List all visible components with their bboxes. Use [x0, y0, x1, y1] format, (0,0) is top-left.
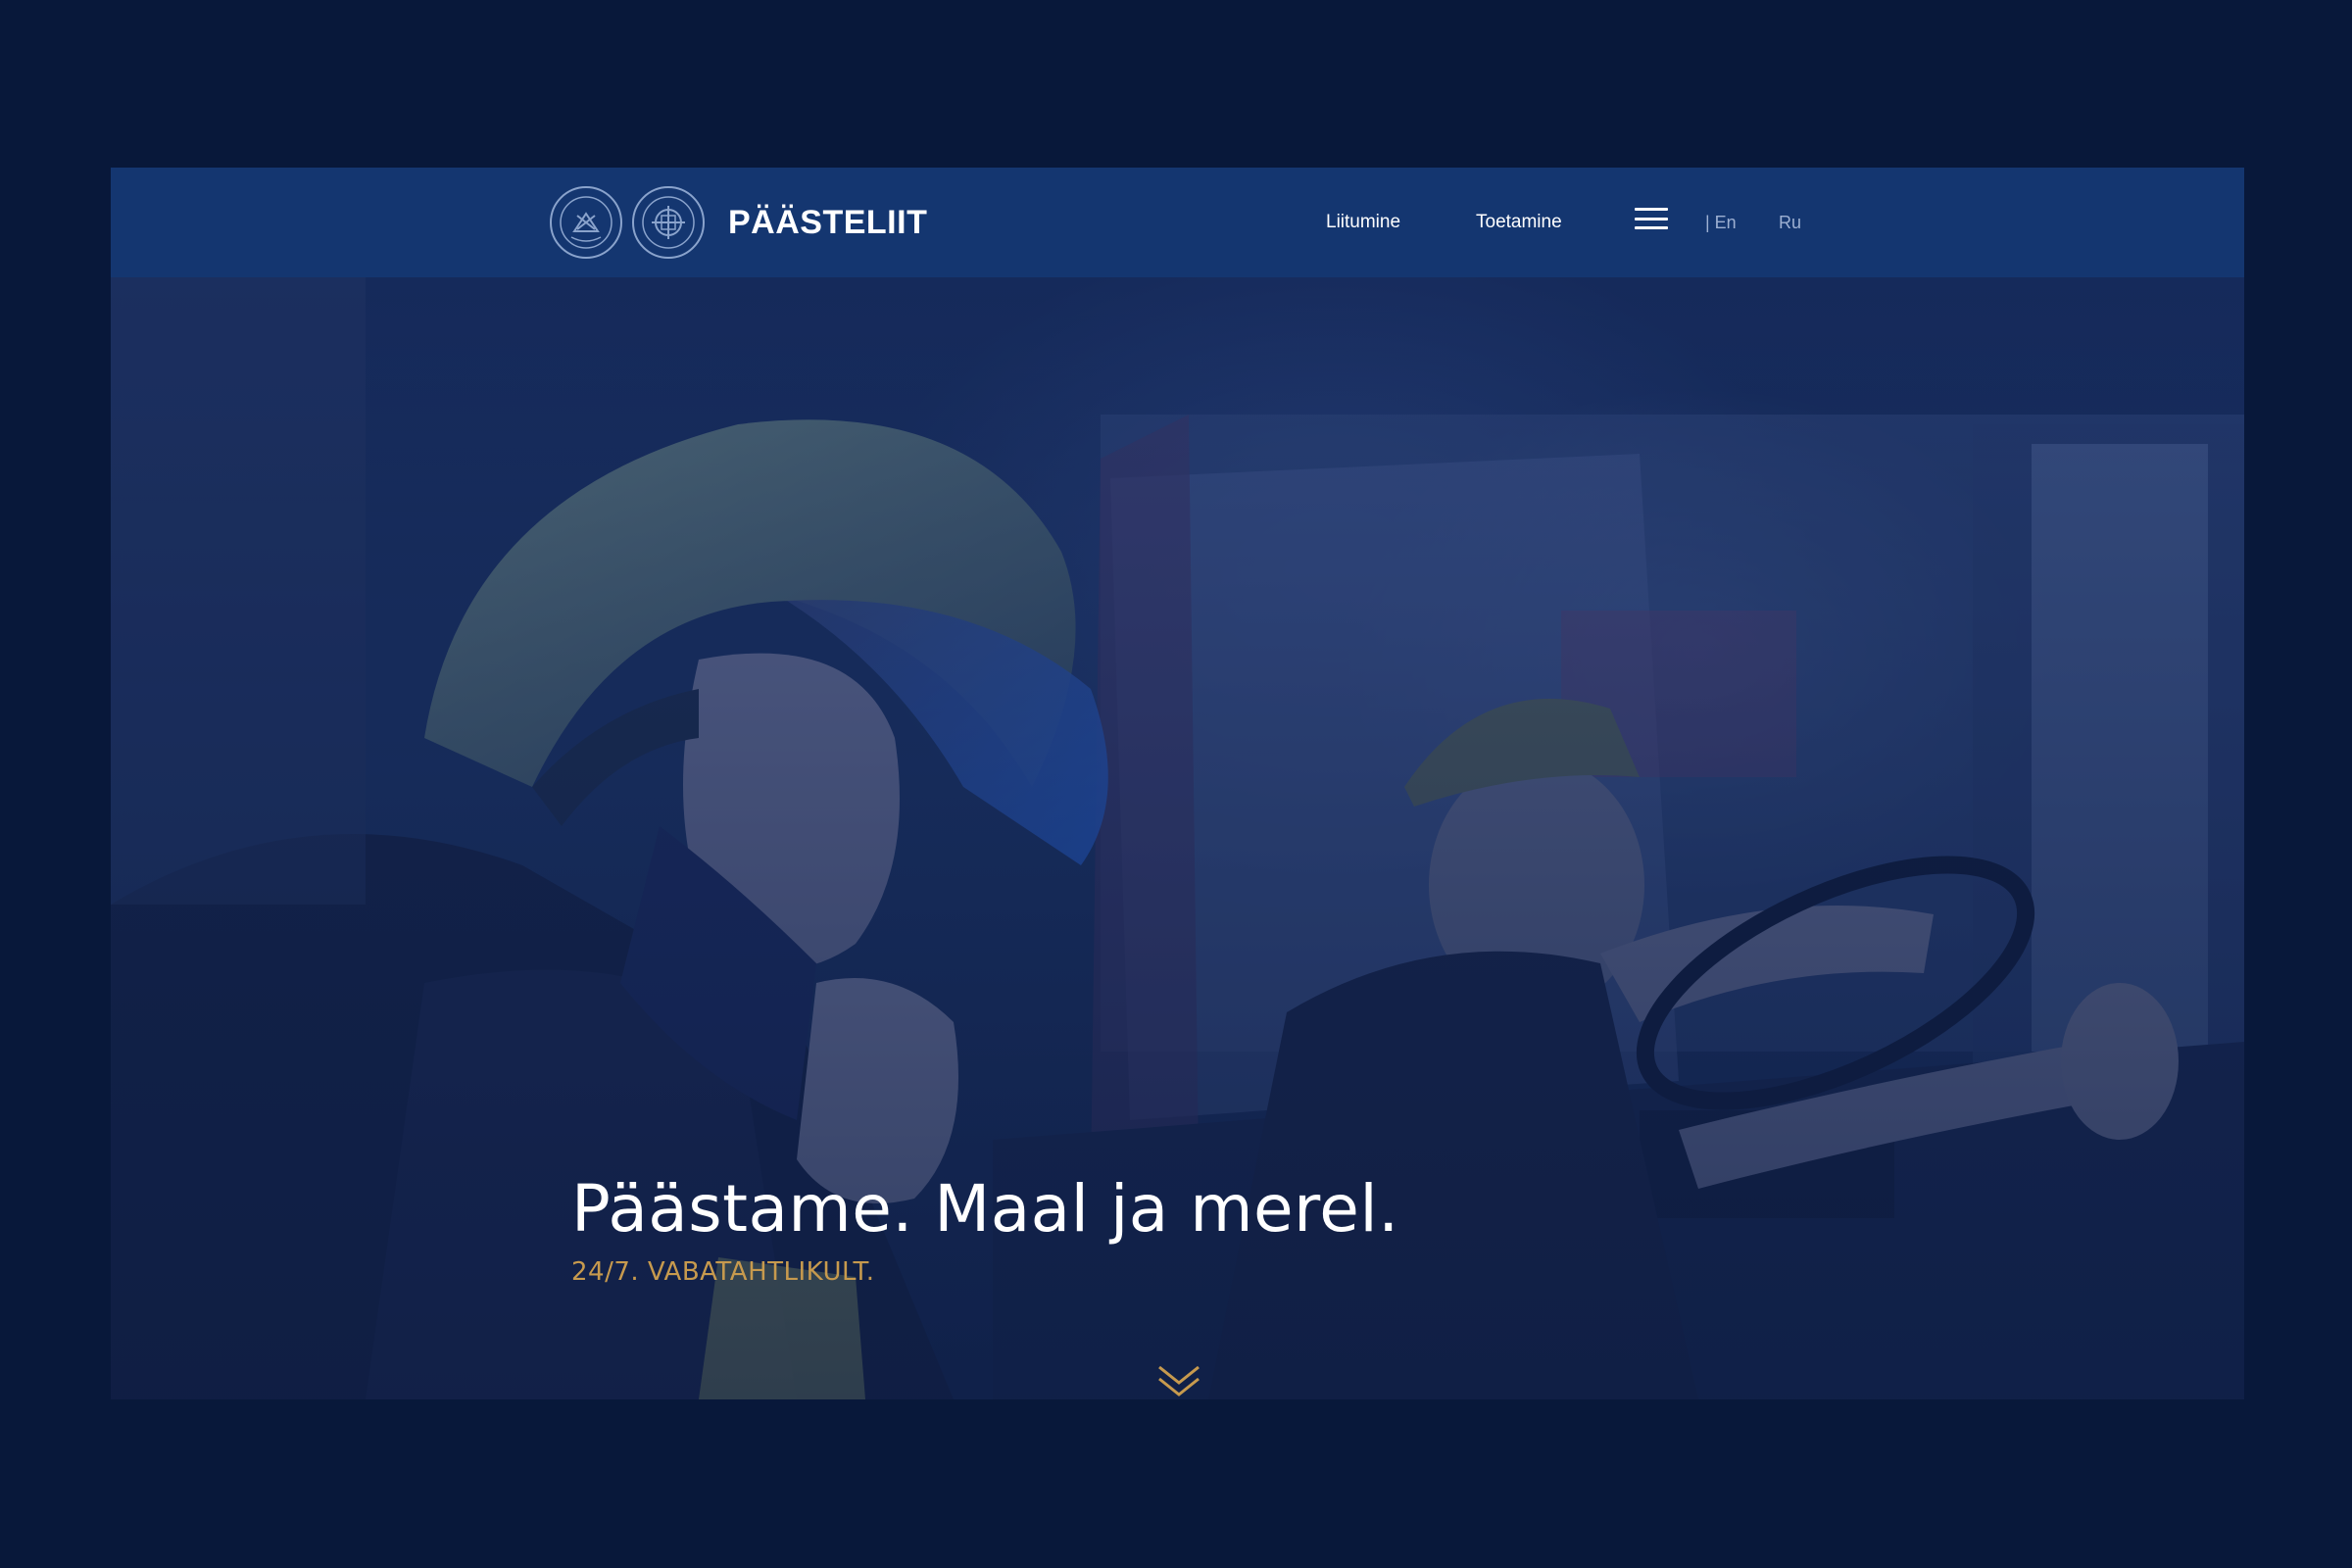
- language-en-label[interactable]: | En: [1705, 213, 1737, 233]
- brand-name: PÄÄSTELIIT: [728, 203, 928, 241]
- hero-section: Päästame. Maal ja merel. 24/7. VABATAHTL…: [111, 277, 2244, 1399]
- hero-subtitle: 24/7. VABATAHTLIKULT.: [571, 1257, 875, 1287]
- nav-link-label[interactable]: Toetamine: [1476, 212, 1562, 233]
- sea-rescue-emblem-icon: [632, 186, 705, 259]
- rescue-association-emblem-icon: [550, 186, 622, 259]
- nav-item-toetamine[interactable]: Toetamine: [1476, 168, 1562, 277]
- top-navigation-bar: PÄÄSTELIIT Liitumine Toetamine | En Ru: [111, 168, 2244, 277]
- nav-link-label[interactable]: Liitumine: [1326, 212, 1400, 233]
- language-ru[interactable]: Ru: [1779, 168, 1801, 277]
- page-frame: PÄÄSTELIIT Liitumine Toetamine | En Ru P…: [111, 168, 2244, 1399]
- logo-group[interactable]: PÄÄSTELIIT: [550, 179, 927, 266]
- language-ru-label[interactable]: Ru: [1779, 213, 1801, 233]
- chevron-double-down-icon[interactable]: [1155, 1361, 1202, 1399]
- hamburger-menu-icon[interactable]: [1635, 205, 1668, 232]
- hero-title: Päästame. Maal ja merel.: [571, 1171, 1399, 1247]
- language-en[interactable]: | En: [1705, 168, 1737, 277]
- nav-item-liitumine[interactable]: Liitumine: [1326, 168, 1400, 277]
